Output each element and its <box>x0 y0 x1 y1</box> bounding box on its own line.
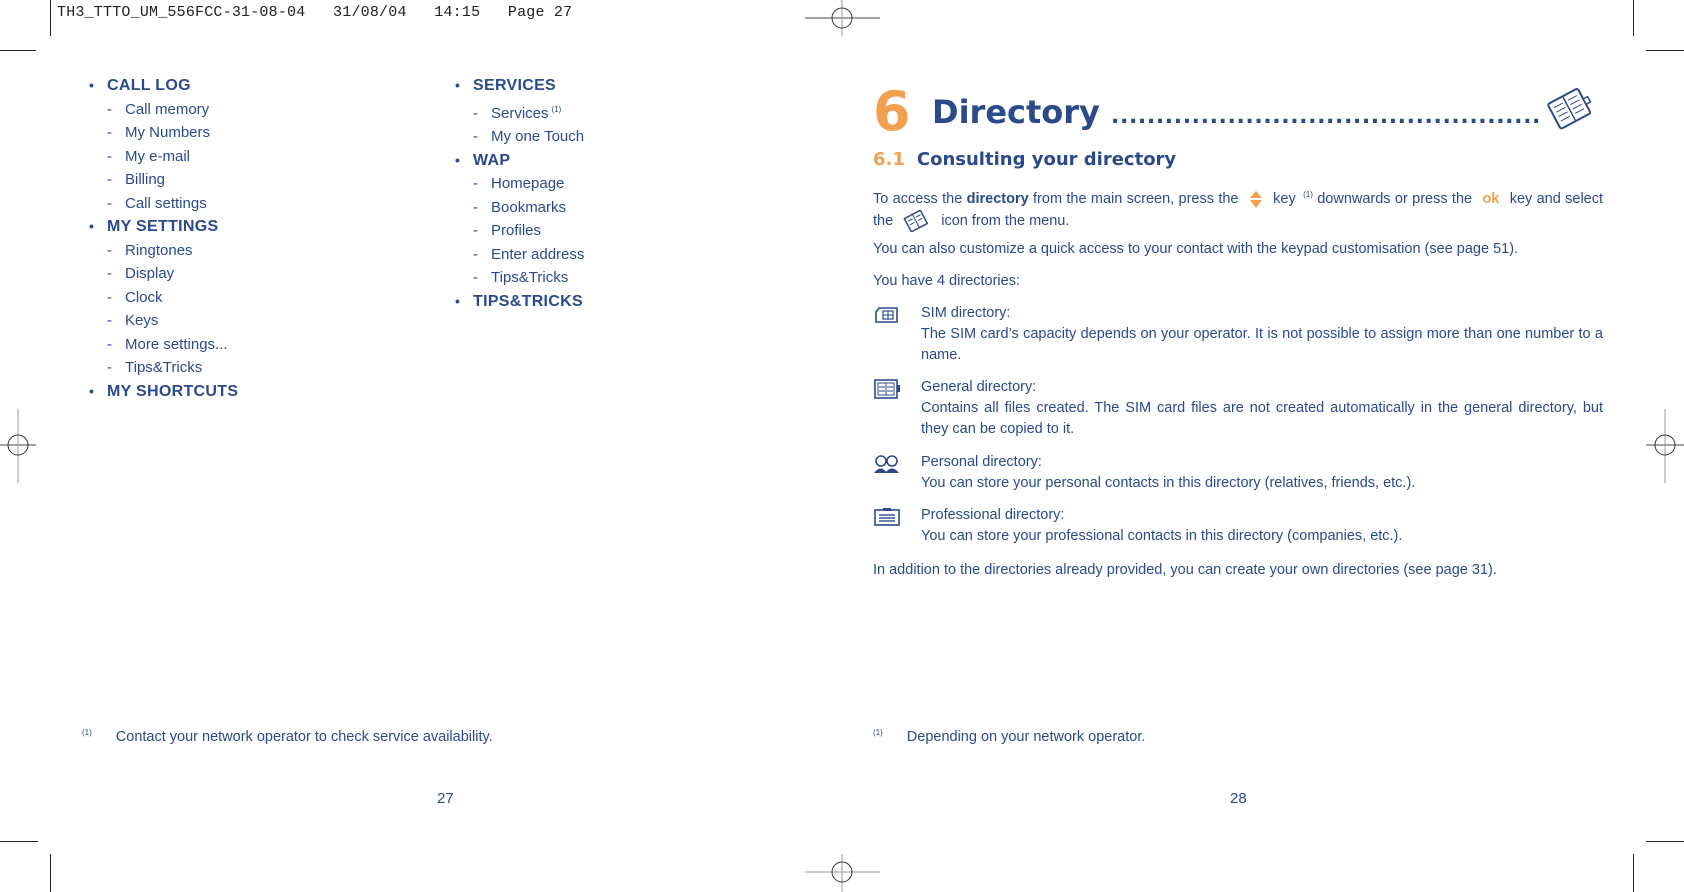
registration-mark-top <box>805 0 880 36</box>
menu-category-tips-tricks: • TIPS&TRICKS <box>455 292 583 310</box>
menu-column-2: • SERVICES - Services (1) - My one Touch • WA… <box>455 74 785 313</box>
menu-item: - Profiles <box>473 222 542 239</box>
crop-mark <box>1633 854 1634 892</box>
crop-mark <box>1646 841 1684 842</box>
registration-mark-left <box>0 409 36 483</box>
crop-mark <box>1633 0 1634 36</box>
menu-item: - Clock <box>107 288 163 306</box>
menu-item: - Bookmarks <box>473 198 567 216</box>
menu-item: - Keys <box>107 312 159 329</box>
directory-book-icon <box>1547 88 1592 130</box>
menu-category-services: • SERVICES <box>455 77 557 94</box>
chapter-number: 6 <box>873 80 911 143</box>
menu-item: - My one Touch <box>473 128 585 145</box>
crop-mark <box>50 854 51 892</box>
general-directory-icon <box>874 379 900 399</box>
directory-item-sim: SIM directory: The SIM card’s capacity d… <box>873 303 1603 366</box>
sim-card-icon <box>875 307 898 323</box>
directory-item-personal: Personal directory: You can store your p… <box>873 452 1603 494</box>
leader-dots: ........................................… <box>1111 104 1542 129</box>
intro-paragraph: To access the directory from the main sc… <box>873 184 1603 233</box>
crop-mark <box>0 841 38 842</box>
paragraph-directories-intro: You have 4 directories: <box>873 273 1020 289</box>
menu-item: - Display <box>107 265 175 282</box>
menu-category-my-settings: • MY SETTINGS <box>89 218 219 235</box>
ok-key-icon: ok <box>1482 190 1500 207</box>
paragraph-custom-directories: In addition to the directories already p… <box>873 562 1497 578</box>
crop-mark <box>50 0 51 36</box>
menu-item: - Call memory <box>107 100 210 118</box>
menu-item: - Tips&Tricks <box>107 359 203 376</box>
crop-mark <box>1646 50 1684 51</box>
footnote-left: (1) Contact your network operator to chec… <box>82 728 493 745</box>
print-slug: TH3_TTTO_UM_556FCC-31-08-04 31/08/04 14:… <box>57 4 573 21</box>
menu-item: - Billing <box>107 171 166 188</box>
chapter-title: Directory ..............................… <box>932 93 1542 131</box>
paragraph-quick-access: You can also customize a quick access to… <box>873 241 1519 257</box>
menu-category-call-log: • CALL LOG <box>89 77 191 94</box>
registration-mark-right <box>1646 409 1684 483</box>
directory-item-general: General directory: Contains all files cr… <box>873 377 1603 440</box>
menu-item: - More settings... <box>107 335 228 353</box>
menu-category-my-shortcuts: • MY SHORTCUTS <box>89 382 239 400</box>
footnote-right: (1) Depending on your network operator. <box>873 728 1146 745</box>
menu-item: - My Numbers <box>107 124 211 141</box>
menu-item: - Homepage <box>473 175 565 192</box>
directory-item-professional: Professional directory: You can store yo… <box>873 505 1603 547</box>
page-number-left: 27 <box>437 790 454 807</box>
directory-menu-icon <box>903 208 929 233</box>
professional-directory-icon <box>874 508 900 526</box>
menu-item: - Services (1) <box>473 104 562 122</box>
navigation-key-icon <box>1249 191 1262 208</box>
menu-item: - Ringtones <box>107 241 193 259</box>
page-number-right: 28 <box>1230 790 1247 807</box>
menu-column-1: • CALL LOG - Call memory - My Numbers - My e… <box>89 74 419 403</box>
menu-category-wap: • WAP <box>455 151 511 169</box>
menu-item: - Enter address <box>473 245 585 263</box>
menu-item: - Call settings <box>107 194 207 212</box>
menu-item: - Tips&Tricks <box>473 269 569 286</box>
registration-mark-bottom <box>805 854 880 892</box>
footnote-marker: (1) <box>551 104 562 114</box>
menu-item: - My e-mail <box>107 147 191 165</box>
section-heading: 6.1 Consulting your directory <box>873 149 1177 170</box>
personal-contacts-icon <box>874 455 899 473</box>
crop-mark <box>0 50 36 51</box>
